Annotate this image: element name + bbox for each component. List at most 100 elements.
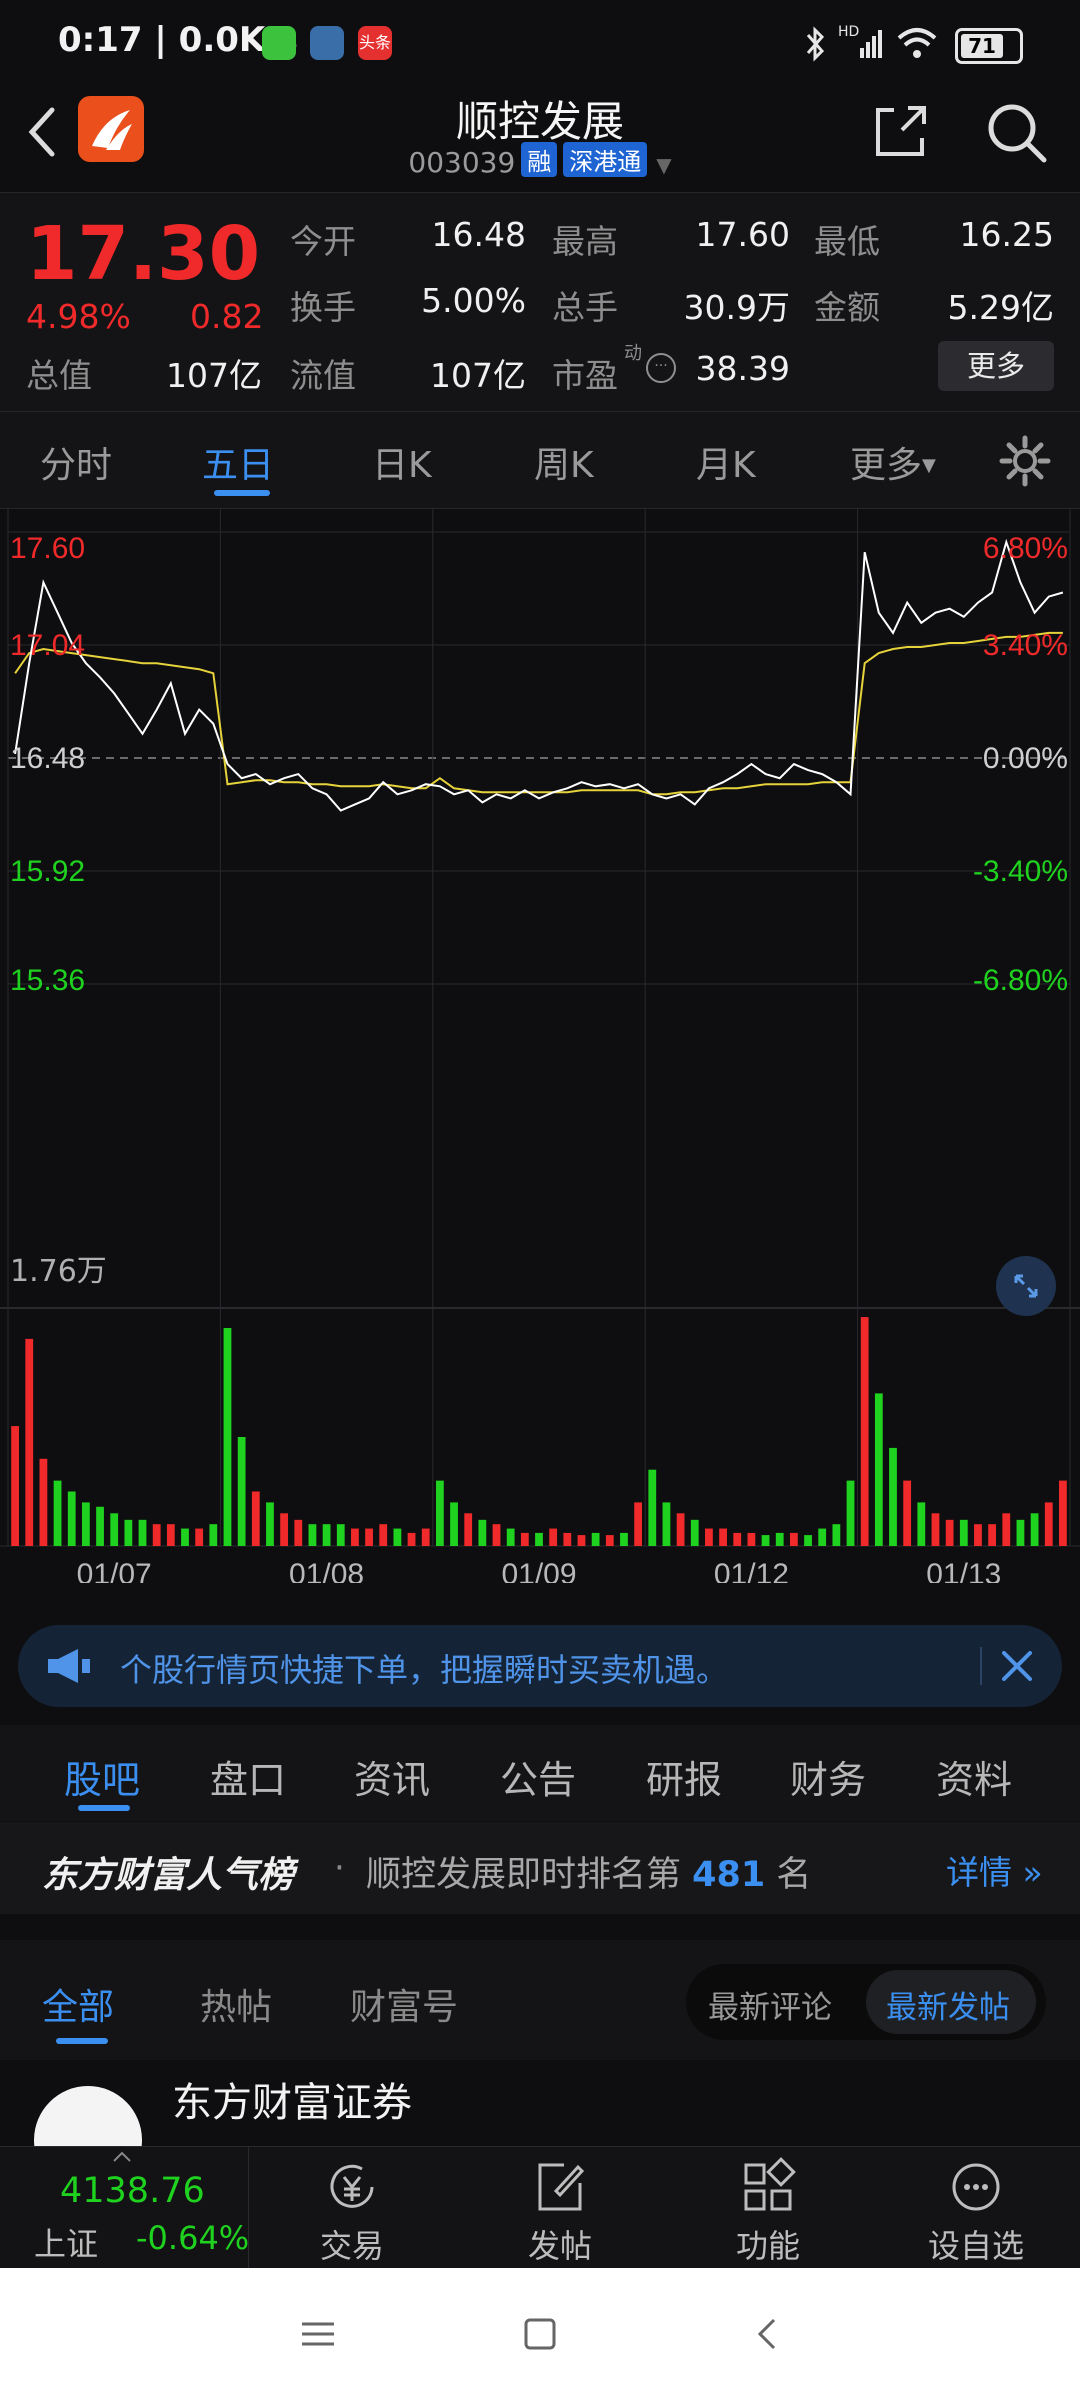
rank-text: 顺控发展即时排名第 481 名 xyxy=(366,1855,812,1895)
post-item[interactable]: 东方财富证券 xyxy=(0,2060,1080,2146)
volume-bar xyxy=(945,1519,954,1546)
volume-bar xyxy=(705,1528,713,1546)
banner-text: 个股行情页快捷下单，把握瞬时买卖机遇。 xyxy=(120,1651,729,1689)
rank-number: 481 xyxy=(692,1855,766,1895)
pe-superscript: 动 xyxy=(624,343,642,364)
gear-icon[interactable] xyxy=(998,434,1052,488)
x-tick-label: 01/13 xyxy=(926,1558,1001,1583)
high-label: 最高 xyxy=(552,222,618,261)
open-label: 今开 xyxy=(290,222,356,261)
tab-daily-k[interactable]: 日K xyxy=(372,436,432,488)
wechat-notification-icon xyxy=(262,26,296,60)
active-subtab-indicator xyxy=(78,1805,130,1811)
tab-more-caret-icon: ▼ xyxy=(922,455,936,476)
rank-details-link[interactable]: 详情 » xyxy=(946,1846,1043,1894)
y-tick-label-left: 17.60 xyxy=(10,532,85,565)
pe-value: 38.39 xyxy=(695,349,790,388)
pe-info-icon[interactable]: ··· xyxy=(646,353,676,383)
tab-profile[interactable]: 资料 xyxy=(936,1749,1012,1804)
battery-icon: 71 xyxy=(955,28,1023,64)
tab-weekly-k[interactable]: 周K xyxy=(534,436,594,488)
volume-bar xyxy=(535,1532,543,1546)
compose-icon xyxy=(538,2163,585,2211)
more-button[interactable]: 更多 xyxy=(938,341,1054,391)
volume-bar xyxy=(1016,1519,1025,1546)
tab-five-day[interactable]: 五日 xyxy=(202,436,274,488)
tab-guba[interactable]: 股吧 xyxy=(64,1749,140,1804)
tab-pankou[interactable]: 盘口 xyxy=(210,1749,286,1804)
tab-research[interactable]: 研报 xyxy=(646,1749,722,1804)
promo-banner[interactable]: 个股行情页快捷下单，把握瞬时买卖机遇。 xyxy=(18,1625,1062,1707)
volume-bar xyxy=(1059,1480,1067,1546)
search-icon[interactable] xyxy=(984,100,1048,164)
settings-notification-icon xyxy=(310,26,344,60)
post-button[interactable]: 发帖 xyxy=(460,2147,660,2269)
share-icon[interactable] xyxy=(872,102,930,160)
volume-bar xyxy=(124,1519,133,1546)
dropdown-caret-icon[interactable]: ▼ xyxy=(656,153,671,177)
popularity-rank-row[interactable]: 东方财富人气榜 · 顺控发展即时排名第 481 名 详情 » xyxy=(0,1822,1080,1914)
volume-label: 总手 xyxy=(552,288,618,327)
volume-bar xyxy=(195,1528,204,1546)
close-icon[interactable] xyxy=(996,1645,1038,1687)
amount-value: 5.29亿 xyxy=(947,288,1054,327)
volume-bar xyxy=(520,1532,529,1546)
tab-finance[interactable]: 财务 xyxy=(790,1749,866,1804)
volume-bar xyxy=(223,1328,232,1546)
filter-hot[interactable]: 热帖 xyxy=(200,1978,272,2030)
change-percent: 4.98% xyxy=(26,297,131,336)
volume-bar xyxy=(634,1502,643,1546)
volume-bar xyxy=(421,1528,430,1546)
volume-bar xyxy=(620,1532,628,1546)
tab-news[interactable]: 资讯 xyxy=(354,1749,430,1804)
volume-bar xyxy=(818,1528,827,1546)
post-author: 东方财富证券 xyxy=(172,2080,412,2126)
volume-bar xyxy=(407,1532,416,1546)
volume-bar xyxy=(181,1528,189,1546)
five-day-chart[interactable]: 17.60 6.80% 17.04 3.40% 16.48 0.00% 15.92 -3.40… xyxy=(0,508,1080,1591)
filter-all[interactable]: 全部 xyxy=(42,1978,114,2030)
functions-button[interactable]: 功能 xyxy=(668,2147,868,2269)
home-icon[interactable] xyxy=(522,2316,558,2352)
expand-icon[interactable] xyxy=(996,1256,1056,1316)
tab-monthly-k[interactable]: 月K xyxy=(696,436,756,488)
add-watchlist-button[interactable]: 设自选 xyxy=(876,2147,1076,2269)
sort-latest-comment[interactable]: 最新评论 xyxy=(708,1982,832,2027)
pe-label: 市盈 xyxy=(552,356,618,395)
avatar[interactable] xyxy=(34,2086,142,2146)
signal-icon xyxy=(860,30,882,58)
battery-level: 71 xyxy=(961,34,1003,58)
volume-bar xyxy=(308,1524,317,1546)
volume-bar xyxy=(974,1524,982,1546)
tab-more[interactable]: 更多▼ xyxy=(850,436,936,488)
volume-bar xyxy=(379,1524,388,1546)
connect-tag: 深港通 xyxy=(563,142,648,177)
y-tick-label-right: 0.00% xyxy=(983,742,1068,775)
menu-icon[interactable] xyxy=(300,2316,336,2352)
y-tick-label-left: 15.92 xyxy=(10,855,85,888)
volume-bar xyxy=(917,1502,926,1546)
rank-dot: · xyxy=(334,1848,345,1888)
index-ticker[interactable]: 4138.76 上证 -0.64% xyxy=(0,2147,249,2269)
grid-icon xyxy=(744,2157,796,2211)
stock-code: 003039 xyxy=(408,146,516,179)
trade-button[interactable]: 交易 xyxy=(252,2147,452,2269)
popularity-brand: 东方财富人气榜 xyxy=(42,1855,295,1896)
volume-bar xyxy=(690,1519,699,1546)
back-icon[interactable] xyxy=(750,2316,786,2352)
sort-latest-post[interactable]: 最新发帖 xyxy=(886,1982,1010,2027)
filter-caifuhao[interactable]: 财富号 xyxy=(350,1978,458,2030)
volume-bar xyxy=(53,1480,62,1546)
toutiao-notification-icon: 头条 xyxy=(358,26,392,60)
double-chevron-icon: » xyxy=(1012,1853,1043,1892)
trade-label: 交易 xyxy=(319,2227,384,2265)
tab-intraday[interactable]: 分时 xyxy=(40,436,112,488)
stock-header: 顺控发展 003039 融深港通 ▼ xyxy=(0,88,1080,192)
volume-bar xyxy=(450,1502,458,1546)
volume-bar xyxy=(789,1532,798,1546)
tab-announcements[interactable]: 公告 xyxy=(500,1749,576,1804)
y-tick-label-right: 3.40% xyxy=(983,629,1068,662)
x-tick-label: 01/12 xyxy=(714,1558,789,1583)
margin-tag: 融 xyxy=(521,142,558,177)
volume-bar xyxy=(747,1532,756,1546)
